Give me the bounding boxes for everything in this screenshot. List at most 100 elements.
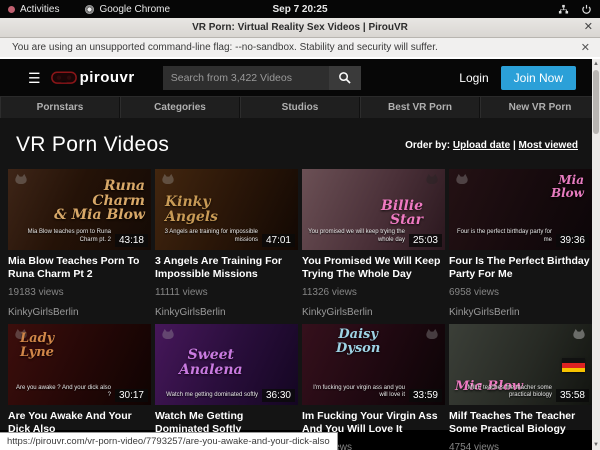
duration-badge: 25:03: [409, 234, 442, 247]
cat-watermark-icon: [424, 172, 440, 188]
cat-watermark-icon: [571, 327, 587, 343]
thumbnail-overlay-name: Daisy Dyson: [336, 328, 380, 355]
scrollbar-thumb[interactable]: [593, 70, 599, 134]
thumbnail-caption: 3 Angels are training for impossible mis…: [161, 229, 258, 245]
activities-label: Activities: [20, 4, 59, 15]
thumbnail-caption: MILF teaches the teacher some practical …: [455, 385, 552, 401]
video-card: Runa Charm & Mia Blow Mia Blow teaches p…: [8, 169, 151, 318]
scroll-up-arrow-icon[interactable]: ▲: [593, 59, 599, 69]
thumbnail-overlay-name: Kinky Angels: [165, 195, 218, 224]
clock[interactable]: Sep 7 20:25: [272, 4, 327, 15]
video-views: 11111 views: [155, 287, 298, 298]
vr-goggles-icon: [51, 71, 77, 85]
search-button[interactable]: [329, 66, 361, 90]
menu-icon[interactable]: ☰: [28, 71, 41, 85]
cat-watermark-icon: [160, 327, 176, 343]
window-title: VR Porn: Virtual Reality Sex Videos | Pi…: [192, 22, 408, 33]
infobar-message: You are using an unsupported command-lin…: [12, 42, 438, 53]
german-flag-icon: [562, 358, 585, 372]
search-icon: [338, 71, 351, 84]
thumbnail-caption: You promised we will keep trying the who…: [308, 229, 405, 245]
thumbnail-caption: Four is the perfect birthday party for m…: [455, 229, 552, 245]
duration-badge: 39:36: [556, 234, 589, 247]
chrome-infobar: You are using an unsupported command-lin…: [0, 38, 600, 59]
activities-button[interactable]: Activities: [8, 4, 59, 15]
app-indicator-label: Google Chrome: [99, 4, 170, 15]
login-link[interactable]: Login: [459, 71, 488, 85]
video-views: 11326 views: [302, 287, 445, 298]
video-thumbnail[interactable]: Mia Blow Four is the perfect birthday pa…: [449, 169, 592, 250]
nav-item-best-vr-porn[interactable]: Best VR Porn: [360, 97, 480, 118]
duration-badge: 33:59: [409, 389, 442, 402]
main-nav: Pornstars Categories Studios Best VR Por…: [0, 96, 600, 118]
thumbnail-overlay-name: Lady Lyne: [20, 332, 54, 359]
network-icon[interactable]: [558, 4, 569, 15]
cat-watermark-icon: [160, 172, 176, 188]
search-input[interactable]: [163, 66, 329, 90]
logo-text: pirouvr: [80, 69, 135, 86]
order-most-viewed-link[interactable]: Most viewed: [519, 140, 578, 151]
nav-item-pornstars[interactable]: Pornstars: [0, 97, 120, 118]
video-thumbnail[interactable]: Billie Star You promised we will keep tr…: [302, 169, 445, 250]
nav-item-studios[interactable]: Studios: [240, 97, 360, 118]
duration-badge: 30:17: [115, 389, 148, 402]
site-logo[interactable]: pirouvr: [51, 69, 135, 86]
nav-item-categories[interactable]: Categories: [120, 97, 240, 118]
order-by-label: Order by:: [405, 140, 450, 151]
status-url-tooltip: https://pirouvr.com/vr-porn-video/779325…: [0, 432, 338, 450]
thumbnail-overlay-name: Mia Blow: [551, 174, 584, 199]
video-thumbnail[interactable]: Lady Lyne Are you awake ? And your dick …: [8, 324, 151, 405]
activities-indicator-icon: [8, 6, 15, 13]
video-views: 19183 views: [8, 287, 151, 298]
video-views: 6958 views: [449, 287, 592, 298]
video-card: Billie Star You promised we will keep tr…: [302, 169, 445, 318]
video-card: Kinky Angels 3 Angels are training for i…: [155, 169, 298, 318]
video-channel-link[interactable]: KinkyGirlsBerlin: [302, 307, 445, 318]
video-views: 4754 views: [449, 442, 592, 450]
duration-badge: 36:30: [262, 389, 295, 402]
video-thumbnail[interactable]: Mia Blow MILF teaches the teacher some p…: [449, 324, 592, 405]
video-channel-link[interactable]: KinkyGirlsBerlin: [449, 307, 592, 318]
video-title[interactable]: Four Is The Perfect Birthday Party For M…: [449, 255, 592, 280]
video-thumbnail[interactable]: Kinky Angels 3 Angels are training for i…: [155, 169, 298, 250]
video-thumbnail[interactable]: Runa Charm & Mia Blow Mia Blow teaches p…: [8, 169, 151, 250]
video-card: Mia Blow Four is the perfect birthday pa…: [449, 169, 592, 318]
video-channel-link[interactable]: KinkyGirlsBerlin: [155, 307, 298, 318]
cat-watermark-icon: [424, 327, 440, 343]
order-separator: |: [513, 140, 516, 151]
video-thumbnail[interactable]: Daisy Dyson I'm fucking your virgin ass …: [302, 324, 445, 405]
search-bar: [163, 66, 361, 90]
scrollbar[interactable]: ▲ ▼: [592, 59, 600, 450]
cat-watermark-icon: [13, 172, 29, 188]
video-card: Mia Blow MILF teaches the teacher some p…: [449, 324, 592, 450]
app-indicator[interactable]: Google Chrome: [85, 4, 170, 15]
order-by-controls: Order by: Upload date | Most viewed: [405, 140, 584, 151]
duration-badge: 47:01: [262, 234, 295, 247]
cat-watermark-icon: [454, 172, 470, 188]
chrome-icon: [85, 5, 94, 14]
video-thumbnail[interactable]: Sweet Analena Watch me getting dominated…: [155, 324, 298, 405]
thumbnail-caption: Are you awake ? And your dick also ?: [14, 385, 111, 401]
join-now-button[interactable]: Join Now: [501, 66, 576, 90]
power-icon[interactable]: [581, 4, 592, 15]
video-grid: Runa Charm & Mia Blow Mia Blow teaches p…: [0, 169, 600, 450]
infobar-close-button[interactable]: ✕: [581, 41, 590, 54]
order-upload-date-link[interactable]: Upload date: [453, 140, 510, 151]
page-title: VR Porn Videos: [16, 133, 169, 157]
thumbnail-caption: I'm fucking your virgin ass and you will…: [308, 385, 405, 401]
video-title[interactable]: 3 Angels Are Training For Impossible Mis…: [155, 255, 298, 280]
video-title[interactable]: Milf Teaches The Teacher Some Practical …: [449, 410, 592, 435]
thumbnail-overlay-name: Sweet Analena: [179, 348, 243, 377]
thumbnail-caption: Mia Blow teaches porn to Runa Charm pt. …: [14, 229, 111, 245]
video-channel-link[interactable]: KinkyGirlsBerlin: [8, 307, 151, 318]
window-titlebar[interactable]: VR Porn: Virtual Reality Sex Videos | Pi…: [0, 18, 600, 38]
video-title[interactable]: Mia Blow Teaches Porn To Runa Charm Pt 2: [8, 255, 151, 280]
thumbnail-overlay-name: Runa Charm & Mia Blow: [54, 179, 145, 223]
window-close-button[interactable]: ✕: [584, 20, 593, 33]
thumbnail-overlay-name: Billie Star: [381, 199, 423, 228]
nav-item-new-vr-porn[interactable]: New VR Porn: [480, 97, 600, 118]
duration-badge: 43:18: [115, 234, 148, 247]
scroll-down-arrow-icon[interactable]: ▼: [593, 440, 599, 450]
duration-badge: 35:58: [556, 389, 589, 402]
video-title[interactable]: You Promised We Will Keep Trying The Who…: [302, 255, 445, 280]
